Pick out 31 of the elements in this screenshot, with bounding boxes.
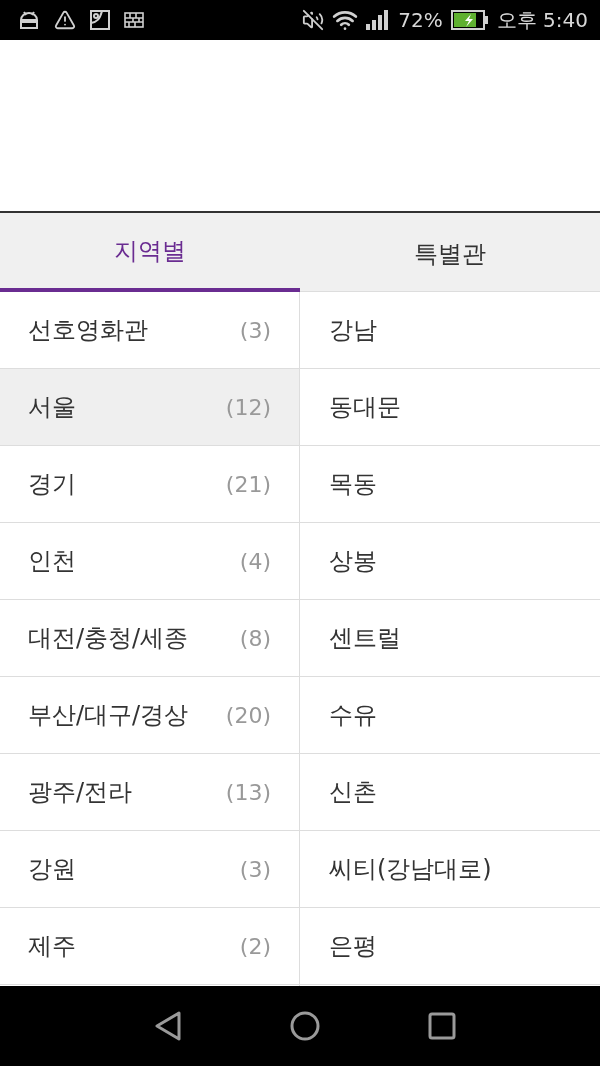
region-name: 인천 — [28, 546, 76, 577]
image-icon — [90, 10, 110, 30]
theater-count: (4) — [239, 547, 271, 576]
home-icon[interactable] — [290, 1011, 320, 1041]
theater-count: (3) — [239, 855, 271, 884]
region-name: 광주/전라 — [28, 777, 133, 808]
clock-time: 오후 5:40 — [496, 10, 588, 30]
region-name: 제주 — [28, 931, 76, 962]
keyboard-icon — [124, 12, 144, 28]
theater-count: (21) — [225, 470, 271, 499]
region-name: 부산/대구/경상 — [28, 700, 189, 731]
region-name: 대전/충청/세종 — [28, 623, 189, 654]
warning-icon — [54, 9, 76, 31]
theater-count: (20) — [225, 701, 271, 730]
robot-icon — [18, 10, 40, 30]
back-icon[interactable] — [154, 1011, 182, 1041]
recent-apps-icon[interactable] — [428, 1012, 456, 1040]
battery-percent: 72% — [398, 10, 443, 30]
region-name: 경기 — [28, 469, 76, 500]
theater-count: (2) — [239, 932, 271, 961]
theater-count: (13) — [225, 778, 271, 807]
mute-icon — [302, 9, 325, 31]
theater-count: (3) — [239, 316, 271, 345]
region-name: 서울 — [28, 392, 76, 423]
region-name: 선호영화관 — [28, 315, 148, 346]
theater-count: (8) — [239, 624, 271, 653]
region-name: 강원 — [28, 854, 76, 885]
battery-charging-icon — [450, 10, 489, 30]
region-item[interactable]: 서울 (12) — [0, 369, 299, 446]
theater-count: (12) — [225, 393, 271, 422]
signal-icon — [366, 10, 391, 30]
